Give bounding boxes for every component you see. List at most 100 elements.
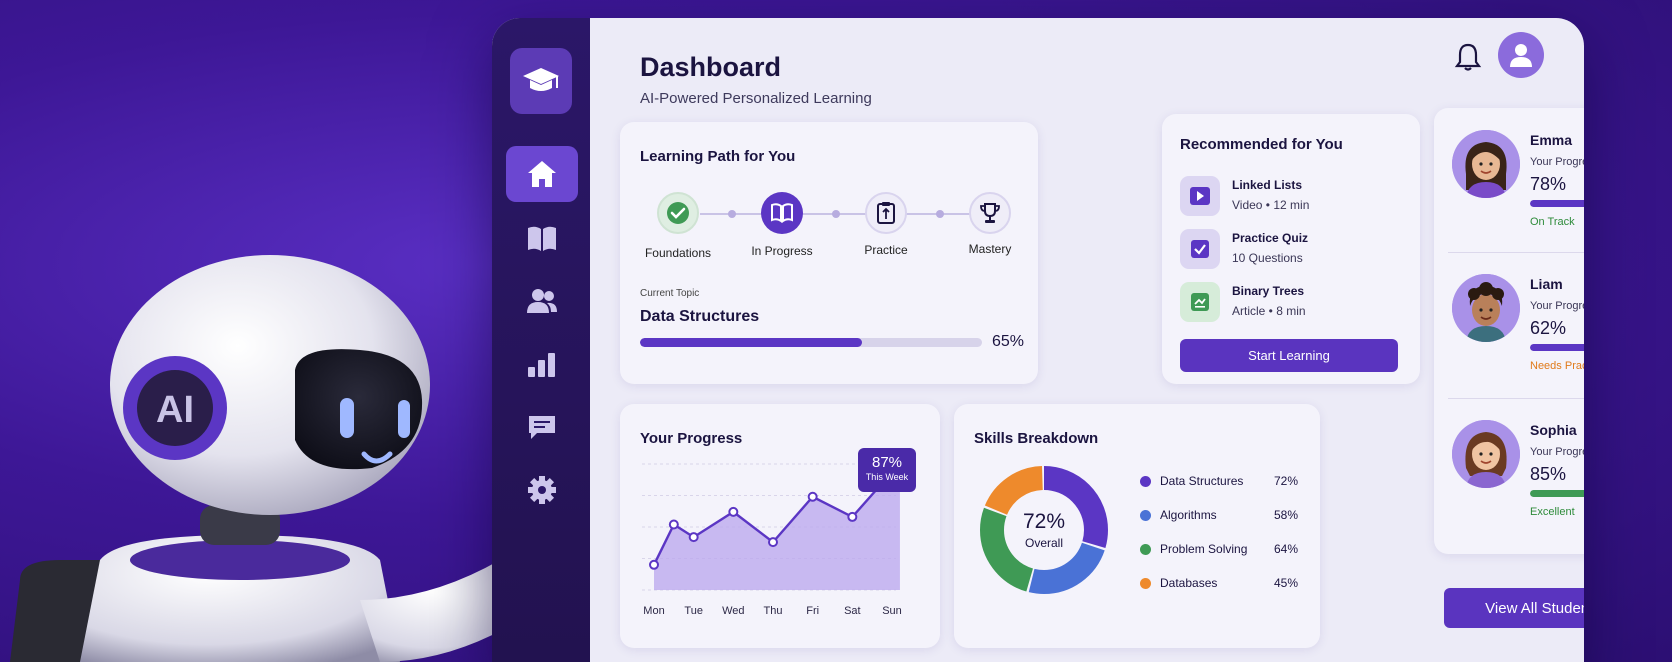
book-icon: [528, 226, 556, 251]
student-portrait: [1452, 420, 1520, 488]
data-point: [768, 537, 778, 548]
donut-center-label: Overall: [1024, 536, 1063, 550]
sidebar: [492, 18, 590, 662]
sidebar-item-students[interactable]: [506, 273, 578, 329]
student-portrait: [1452, 130, 1520, 198]
skills-title: Skills Breakdown: [974, 430, 1099, 447]
data-point: [847, 511, 858, 522]
notifications-button[interactable]: [1454, 42, 1482, 77]
student-progress-percent: 85%: [1530, 464, 1567, 484]
home-icon: [528, 161, 556, 187]
student-progress-fill: [1530, 490, 1584, 497]
legend-label: Problem Solving: [1160, 542, 1248, 556]
student-progress-bar: [1530, 200, 1584, 207]
student-progress-bar: [1530, 344, 1584, 351]
topic-progress-bar: [640, 338, 982, 347]
students-card: Emma Your Progress 78% On Track: [1434, 108, 1584, 554]
student-progress-label: Your Progress: [1530, 300, 1584, 312]
legend-value: 58%: [1274, 508, 1299, 522]
progress-chart-card: Your Progress Mon Tue Wed Thu Fri Sat Sun 87% …: [620, 404, 940, 648]
page-title: Dashboard: [640, 52, 782, 82]
tooltip-value: 87%: [871, 454, 903, 471]
dashboard-panel: Dashboard AI-Powered Personalized Learni…: [492, 18, 1584, 662]
user-avatar-button[interactable]: [1498, 32, 1544, 78]
step-label: Foundations: [644, 246, 712, 260]
view-all-students-button[interactable]: View All Students: [1444, 588, 1584, 628]
x-tick-label: Fri: [806, 605, 819, 617]
recommended-title: Recommended for You: [1180, 136, 1343, 153]
user-icon: [1510, 44, 1532, 67]
rec-item-icon[interactable]: [1180, 229, 1220, 269]
student-progress-percent: 62%: [1530, 318, 1567, 338]
step-practice[interactable]: [865, 192, 907, 234]
practice-icon: [877, 202, 895, 224]
rec-item-name[interactable]: Binary Trees: [1232, 284, 1304, 298]
sidebar-item-home[interactable]: [506, 146, 578, 202]
legend-label: Algorithms: [1160, 508, 1217, 522]
student-progress-bar: [1530, 490, 1584, 497]
legend-swatch: [1140, 510, 1151, 521]
play-icon: [1190, 187, 1210, 205]
legend-swatch: [1140, 544, 1151, 555]
data-point: [728, 506, 739, 517]
student-progress-fill: [1530, 200, 1584, 207]
start-learning-button[interactable]: Start Learning: [1180, 339, 1398, 372]
x-tick-label: Wed: [722, 605, 744, 617]
page-subtitle: AI-Powered Personalized Learning: [640, 90, 872, 107]
student-avatar[interactable]: [1452, 130, 1520, 198]
skills-breakdown-card: Skills Breakdown 72% Overall Data Struct…: [954, 404, 1320, 648]
sidebar-item-messages[interactable]: [506, 399, 578, 455]
progress-line-chart: Mon Tue Wed Thu Fri Sat Sun: [642, 463, 905, 617]
article-icon: [1191, 293, 1209, 311]
tooltip-label: This Week: [865, 472, 909, 482]
check-circle-icon: [667, 202, 689, 224]
legend-value: 72%: [1274, 474, 1299, 488]
sidebar-item-courses[interactable]: [506, 210, 578, 266]
legend-label: Databases: [1160, 576, 1218, 590]
data-point: [688, 532, 699, 543]
student-progress-label: Your Progress: [1530, 156, 1584, 168]
student-name[interactable]: Emma: [1530, 132, 1572, 148]
rec-item-icon[interactable]: [1180, 282, 1220, 322]
rec-item-meta: Video • 12 min: [1232, 198, 1310, 212]
graduation-cap-icon: [523, 68, 559, 91]
chart-tooltip: 87% This Week: [858, 448, 916, 492]
data-point: [649, 559, 659, 570]
step-in-progress[interactable]: [761, 192, 803, 234]
student-status: Needs Practice: [1530, 360, 1584, 372]
users-icon: [527, 289, 557, 313]
step-mastery[interactable]: [969, 192, 1011, 234]
topic-progress-fill: [640, 338, 863, 347]
rec-item-name[interactable]: Linked Lists: [1232, 178, 1302, 192]
rec-item-meta: 10 Questions: [1232, 251, 1303, 265]
legend-swatch: [1140, 578, 1151, 589]
step-foundations[interactable]: [657, 192, 699, 234]
divider: [1448, 398, 1584, 399]
divider: [1448, 252, 1584, 253]
rec-item-name[interactable]: Practice Quiz: [1232, 231, 1308, 245]
rec-item-meta: Article • 8 min: [1232, 304, 1306, 318]
topic-progress-percent: 65%: [992, 333, 1025, 350]
current-topic-label: Current Topic: [640, 288, 700, 299]
rec-item-icon[interactable]: [1180, 176, 1220, 216]
checkbox-icon: [1191, 240, 1209, 258]
path-dot: [832, 210, 840, 218]
step-label: In Progress: [751, 244, 813, 258]
student-name[interactable]: Sophia: [1530, 422, 1577, 438]
learning-path-title: Learning Path for You: [640, 148, 796, 165]
x-tick-label: Sun: [882, 605, 902, 617]
sidebar-item-analytics[interactable]: [506, 336, 578, 392]
student-progress-label: Your Progress: [1530, 446, 1584, 458]
student-status: Excellent: [1530, 506, 1575, 518]
student-avatar[interactable]: [1452, 274, 1520, 342]
x-tick-label: Thu: [764, 605, 783, 617]
current-topic: Data Structures: [640, 308, 760, 325]
student-avatar[interactable]: [1452, 420, 1520, 488]
open-book-icon: [771, 203, 793, 223]
data-point: [807, 491, 818, 502]
sidebar-item-settings[interactable]: [506, 462, 578, 518]
legend-value: 64%: [1274, 542, 1299, 556]
learning-path-card: Learning Path for You Foundations In Pro…: [620, 122, 1038, 384]
student-name[interactable]: Liam: [1530, 276, 1563, 292]
message-icon: [529, 416, 555, 439]
